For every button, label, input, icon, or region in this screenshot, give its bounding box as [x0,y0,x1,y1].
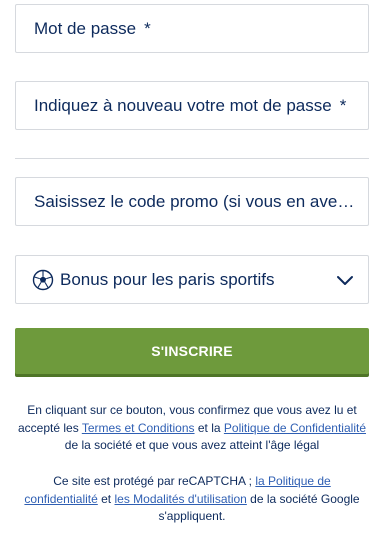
legal-text: de la société et que vous avez atteint l… [64,438,320,452]
bonus-select-label: Bonus pour les paris sportifs [60,269,275,289]
password-confirm-placeholder: Indiquez à nouveau votre mot de passe [34,95,332,115]
legal-text: Ce site est protégé par reCAPTCHA ; [53,474,256,488]
soccer-ball-icon [32,269,54,291]
section-divider [15,158,369,159]
password-placeholder: Mot de passe [34,18,137,38]
bonus-select[interactable]: Bonus pour les paris sportifs [15,255,369,304]
password-confirm-field[interactable]: Indiquez à nouveau votre mot de passe * [15,81,369,130]
chevron-down-icon[interactable] [336,271,354,289]
legal-text: et la [194,420,224,435]
privacy-policy-link[interactable]: Politique de Confidentialité [224,421,366,435]
required-asterisk: * [339,95,347,115]
promo-code-placeholder: Saisissez le code promo (si vous en avez… [34,191,356,211]
terms-link[interactable]: Termes et Conditions [82,421,195,435]
recaptcha-notice: Ce site est protégé par reCAPTCHA ; la P… [15,473,369,526]
register-button[interactable]: S'INSCRIRE [15,328,369,374]
promo-code-field[interactable]: Saisissez le code promo (si vous en avez… [15,177,369,226]
terms-consent-text: En cliquant sur ce bouton, vous confirme… [15,402,369,455]
password-field[interactable]: Mot de passe * [15,4,369,53]
legal-text: et [97,491,115,506]
google-terms-link[interactable]: les Modalités d'utilisation [114,492,246,506]
required-asterisk: * [144,18,151,38]
